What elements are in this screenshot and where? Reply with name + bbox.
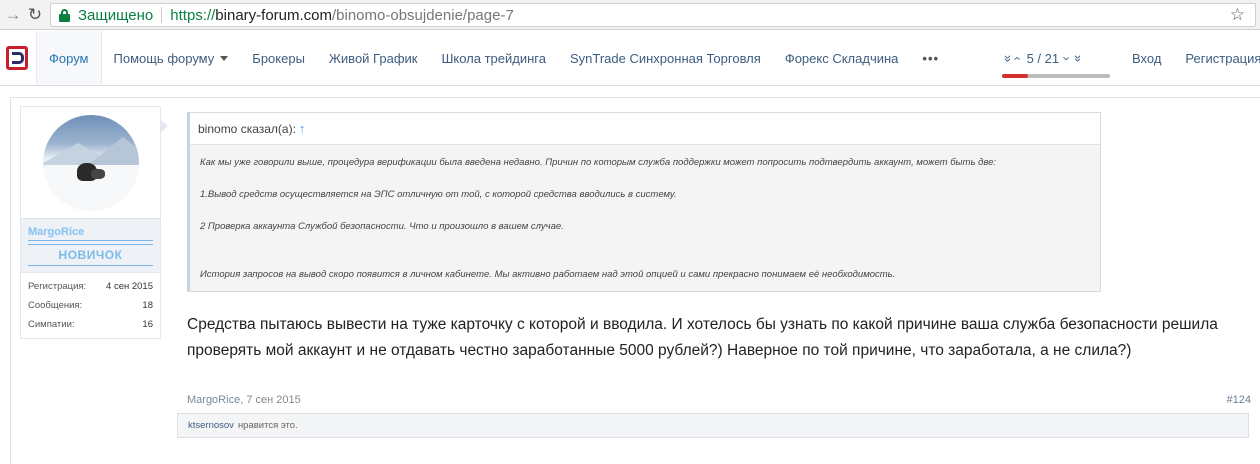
nav-label: Брокеры — [252, 50, 305, 66]
nav-item-forum-help[interactable]: Помощь форуму — [102, 31, 241, 85]
page-progress-bar[interactable] — [1002, 74, 1110, 78]
auth-links: Вход Регистрация — [1120, 31, 1260, 86]
quote-header: binomo сказал(а): ↑ — [190, 113, 1100, 145]
quote-line: 1.Вывод средств осуществляется на ЭПС от… — [200, 189, 677, 200]
address-bar[interactable]: Защищено https://binary-forum.com/binomo… — [50, 3, 1256, 27]
avatar-frame — [20, 106, 168, 218]
stat-likes: Симпатии: 16 — [28, 315, 153, 334]
message-text: Средства пытаюсь вывести на туже карточк… — [187, 316, 1218, 359]
more-icon: ••• — [922, 50, 940, 66]
url-host: binary-forum.com — [215, 6, 332, 24]
post-meta: MargoRice, 7 сен 2015 #124 — [187, 394, 1251, 406]
nav-label: Форекс Складчина — [784, 50, 899, 66]
nav-label: Школа трейдинга — [441, 50, 546, 66]
user-rank-badge: НОВИЧОК — [28, 244, 153, 266]
liker-link[interactable]: ktsernosov — [188, 420, 234, 431]
lock-icon — [59, 8, 70, 22]
login-link[interactable]: Вход — [1120, 51, 1173, 66]
stat-label: Симпатии: — [28, 319, 75, 330]
likes-text: нравится это. — [237, 420, 298, 431]
logo-mark-icon — [6, 45, 30, 71]
post-container: MargoRice НОВИЧОК Регистрация: 4 сен 2015… — [10, 97, 1260, 464]
stat-label: Регистрация: — [28, 281, 87, 292]
url-text[interactable]: https://binary-forum.com/binomo-obsujden… — [170, 7, 514, 24]
user-stats: Регистрация: 4 сен 2015 Сообщения: 18 Симп… — [20, 273, 161, 339]
nav-label: Помощь форуму — [113, 50, 215, 66]
main-nav: Форум Помощь форуму Брокеры Живой График… — [36, 31, 951, 85]
nav-label: Форум — [49, 50, 89, 66]
stat-label: Сообщения: — [28, 300, 83, 311]
quote-line: Как мы уже говорили выше, процедура вери… — [200, 157, 997, 168]
nav-item-forex-skladchina[interactable]: Форекс Складчина — [773, 31, 911, 85]
stat-messages: Сообщения: 18 — [28, 296, 153, 315]
quote-line: История запросов на вывод скоро появится… — [200, 269, 896, 280]
post-number-link[interactable]: #124 — [1227, 394, 1251, 406]
prev-page-icon[interactable]: ‹ — [1011, 56, 1026, 60]
nav-item-trading-school[interactable]: Школа трейдинга — [429, 31, 558, 85]
reload-icon[interactable]: ↻ — [22, 0, 48, 30]
url-path: /binomo-obsujdenie/page-7 — [332, 6, 514, 24]
quote-line: 2 Проверка аккаунта Службой безопасности… — [200, 221, 564, 232]
site-header: Форум Помощь форуму Брокеры Живой График… — [0, 31, 1260, 86]
nav-item-syntrade[interactable]: SynTrade Синхронная Торговля — [558, 31, 773, 85]
page-progress-fill — [1002, 74, 1028, 78]
user-info-panel: MargoRice НОВИЧОК Регистрация: 4 сен 2015… — [20, 106, 174, 339]
nav-item-forum[interactable]: Форум — [36, 31, 102, 85]
user-name-block: MargoRice НОВИЧОК — [20, 218, 161, 273]
secure-label: Защищено — [78, 6, 154, 24]
last-page-icon[interactable]: » — [1072, 55, 1087, 62]
nav-label: Живой График — [328, 50, 418, 66]
message-body: binomo сказал(а): ↑ Как мы уже говорили … — [187, 112, 1247, 364]
address-separator — [161, 7, 163, 23]
avatar[interactable] — [42, 114, 139, 211]
likes-summary: ktsernosov нравится это. — [177, 413, 1249, 438]
nav-item-live-chart[interactable]: Живой График — [317, 31, 430, 85]
quote-author: binomo сказал(а): — [198, 121, 296, 136]
post-date-link[interactable]: 7 сен 2015 — [246, 394, 300, 406]
quote-text: Как мы уже говорили выше, процедура вери… — [190, 145, 1100, 291]
nav-more-button[interactable]: ••• — [910, 31, 951, 85]
site-logo[interactable] — [0, 31, 36, 85]
browser-toolbar: → ↻ Защищено https://binary-forum.com/bi… — [0, 0, 1260, 30]
nav-item-brokers[interactable]: Брокеры — [240, 31, 317, 85]
jump-to-quote-icon[interactable]: ↑ — [299, 121, 306, 136]
bookmark-star-icon[interactable]: ☆ — [1230, 4, 1245, 26]
chevron-down-icon — [220, 55, 229, 61]
quote-block: binomo сказал(а): ↑ Как мы уже говорили … — [187, 112, 1101, 292]
post-author-link[interactable]: MargoRice — [187, 394, 240, 406]
stat-value: 4 сен 2015 — [106, 281, 153, 292]
page-indicator[interactable]: 5 / 21 — [1027, 51, 1060, 66]
url-scheme: https:// — [170, 6, 216, 24]
username-link[interactable]: MargoRice — [28, 226, 153, 241]
stat-value[interactable]: 18 — [142, 296, 153, 315]
stat-registration: Регистрация: 4 сен 2015 — [28, 277, 153, 296]
stat-value: 16 — [142, 319, 153, 330]
nav-label: SynTrade Синхронная Торговля — [569, 50, 761, 66]
register-link[interactable]: Регистрация — [1173, 51, 1260, 66]
